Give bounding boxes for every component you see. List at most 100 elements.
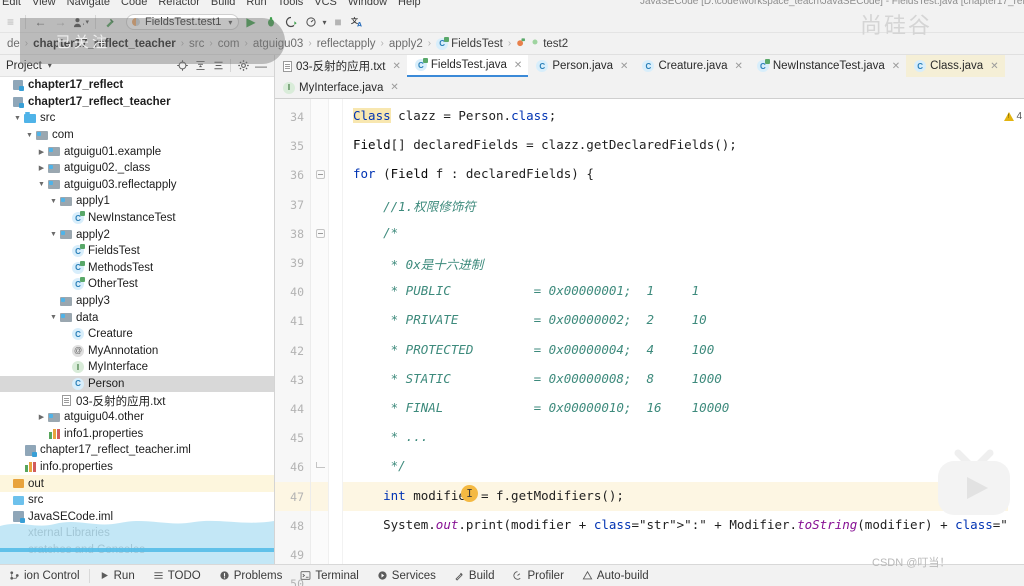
editor-tab[interactable]: C Person.java ✕ xyxy=(528,55,635,77)
tree-item[interactable]: ▼ data xyxy=(0,309,274,326)
code-line[interactable]: * STATIC = 0x00000008; 8 1000 xyxy=(353,371,722,386)
editor-tabs-row-1[interactable]: 03-反射的应用.txt ✕ C FieldsTest.java ✕ C Person.ja… xyxy=(275,55,1024,77)
code-line[interactable]: * PUBLIC = 0x00000001; 1 1 xyxy=(353,283,700,298)
chevron-right-icon[interactable]: ▶ xyxy=(36,413,47,421)
tree-item[interactable]: · apply3 xyxy=(0,293,274,310)
menu-overflow-icon[interactable]: ≡ xyxy=(2,14,19,31)
code-line[interactable]: System.out.print(modifier + class="str">… xyxy=(353,517,1008,532)
breadcrumb-item-fieldstest[interactable]: C FieldsTest xyxy=(431,36,508,50)
tool-window-button-services[interactable]: Services xyxy=(368,570,445,582)
menu-item-window[interactable]: Window xyxy=(348,0,387,8)
fold-marker[interactable] xyxy=(316,170,325,180)
status-badge[interactable]: 4 xyxy=(1004,111,1022,122)
menu-item-help[interactable]: Help xyxy=(398,0,421,8)
tree-item[interactable]: · chapter17_reflect xyxy=(0,77,274,94)
menu-item-build[interactable]: Build xyxy=(211,0,235,8)
locate-icon[interactable] xyxy=(173,57,191,75)
tree-item[interactable]: ·CCreature xyxy=(0,326,274,343)
expand-icon[interactable] xyxy=(191,57,209,75)
close-icon[interactable]: ✕ xyxy=(620,61,628,72)
fold-marker[interactable] xyxy=(316,228,325,238)
tool-window-button-ioncontrol[interactable]: ion Control xyxy=(0,570,89,582)
chevron-down-icon[interactable]: ▼ xyxy=(48,198,59,205)
breadcrumb-item-apply2[interactable]: apply2 xyxy=(384,38,428,50)
project-tree[interactable]: · chapter17_reflect · chapter17_reflect_tea… xyxy=(0,77,274,564)
breadcrumb-item-test2[interactable]: test2 xyxy=(511,37,573,51)
chevron-right-icon[interactable]: ▶ xyxy=(36,164,47,172)
chevron-down-icon[interactable]: ▼ xyxy=(24,132,35,139)
tree-item[interactable]: · cratches and Consoles xyxy=(0,542,274,559)
tree-item[interactable]: ·COtherTest xyxy=(0,276,274,293)
breadcrumb-item-de[interactable]: de xyxy=(2,38,25,50)
tree-item[interactable]: · info1.properties xyxy=(0,425,274,442)
tree-item[interactable]: ▼ com xyxy=(0,127,274,144)
breadcrumb-item-reflectapply[interactable]: reflectapply xyxy=(312,38,381,50)
breadcrumb-item-atguigu03[interactable]: atguigu03 xyxy=(248,38,309,50)
tree-item[interactable]: ·CPerson xyxy=(0,375,274,393)
chevron-down-icon-2[interactable]: ▾ xyxy=(322,18,326,27)
close-icon[interactable]: ✕ xyxy=(734,61,742,72)
breadcrumb-item-com[interactable]: com xyxy=(213,38,245,50)
run-with-coverage-icon[interactable] xyxy=(282,14,299,31)
tree-item[interactable]: ▼ apply2 xyxy=(0,226,274,243)
collapse-all-icon[interactable] xyxy=(209,57,227,75)
panel-resize-handle[interactable] xyxy=(271,55,274,564)
close-icon[interactable]: ✕ xyxy=(990,61,998,72)
gear-icon[interactable] xyxy=(234,57,252,75)
run-icon[interactable]: ▶ xyxy=(242,14,259,31)
code-line[interactable]: * ... xyxy=(353,429,429,444)
menu-item-tools[interactable]: Tools xyxy=(278,0,304,8)
menu-items[interactable]: Edit View Navigate Code Refactor Build Run Tool… xyxy=(2,0,421,8)
arrow-left-icon[interactable]: ← xyxy=(32,14,49,31)
code-line[interactable]: int modifier = f.getModifiers(); xyxy=(353,488,624,503)
tree-item[interactable]: · chapter17_reflect_teacher.iml xyxy=(0,442,274,459)
user-icon[interactable]: ▾ xyxy=(72,14,89,31)
chevron-down-icon[interactable]: ▼ xyxy=(36,181,47,188)
editor-tab[interactable]: I MyInterface.java ✕ xyxy=(275,77,405,98)
tree-item[interactable]: ▶ atguigu02._class xyxy=(0,160,274,177)
menu-item-code[interactable]: Code xyxy=(121,0,147,8)
stop-icon[interactable]: ■ xyxy=(329,14,346,31)
tree-item[interactable]: ·CMethodsTest xyxy=(0,260,274,277)
arrow-right-icon[interactable]: → xyxy=(52,14,69,31)
debug-icon[interactable] xyxy=(262,14,279,31)
close-icon[interactable]: ✕ xyxy=(514,60,522,71)
chevron-down-icon[interactable]: ▾ xyxy=(48,61,52,70)
tree-item[interactable]: ▼ apply1 xyxy=(0,193,274,210)
code-line[interactable]: for (Field f : declaredFields) { xyxy=(353,166,594,181)
editor-tabs-row-2[interactable]: I MyInterface.java ✕ xyxy=(275,77,1024,99)
tree-item[interactable]: · out xyxy=(0,475,274,492)
tree-item[interactable]: · JavaSECode.iml xyxy=(0,508,274,525)
tree-item[interactable]: ▼ src xyxy=(0,110,274,127)
code-text-area[interactable]: Class clazz = Person.class; Field[] decla… xyxy=(343,99,1008,564)
code-line[interactable]: /* xyxy=(353,225,398,240)
code-line[interactable]: Field[] declaredFields = clazz.getDeclar… xyxy=(353,137,737,152)
menu-item-edit[interactable]: Edit xyxy=(2,0,21,8)
chevron-down-icon[interactable]: ▼ xyxy=(48,231,59,238)
minimize-icon[interactable]: — xyxy=(252,57,270,75)
close-icon[interactable]: ✕ xyxy=(392,61,400,72)
chevron-down-icon[interactable]: ▼ xyxy=(12,115,23,122)
code-line[interactable]: * 0x是十六进制 xyxy=(353,254,484,273)
menu-item-vcs[interactable]: VCS xyxy=(314,0,337,8)
menu-item-refactor[interactable]: Refactor xyxy=(158,0,200,8)
code-line[interactable]: */ xyxy=(353,458,406,473)
tree-item[interactable]: · 03-反射的应用.txt xyxy=(0,392,274,409)
breadcrumb-item-chapter17reflectteacher[interactable]: chapter17_reflect_teacher xyxy=(28,38,181,50)
run-configuration-selector[interactable]: FieldsTest.test1 ▾ xyxy=(126,14,240,30)
breadcrumb-item-src[interactable]: src xyxy=(184,38,209,50)
tree-item[interactable]: ·IMyInterface xyxy=(0,359,274,376)
hammer-icon[interactable] xyxy=(102,14,119,31)
tool-window-bar[interactable]: ion Control Run TODO Problems Terminal Servic… xyxy=(0,564,1024,586)
tool-window-button-autobuild[interactable]: Auto-build xyxy=(573,570,658,582)
close-icon[interactable]: ✕ xyxy=(390,82,398,93)
tool-window-button-todo[interactable]: TODO xyxy=(144,570,210,582)
tree-item[interactable]: ▶ atguigu04.other xyxy=(0,409,274,426)
tree-item[interactable]: · info.properties xyxy=(0,459,274,476)
code-line[interactable]: * FINAL = 0x00000010; 16 10000 xyxy=(353,400,730,415)
profiler-icon[interactable] xyxy=(302,14,319,31)
tree-item[interactable]: · xternal Libraries xyxy=(0,525,274,542)
tool-window-button-run[interactable]: Run xyxy=(90,570,144,582)
tool-window-button-profiler[interactable]: Profiler xyxy=(503,570,572,582)
code-line[interactable]: Class clazz = Person.class; xyxy=(353,108,556,123)
